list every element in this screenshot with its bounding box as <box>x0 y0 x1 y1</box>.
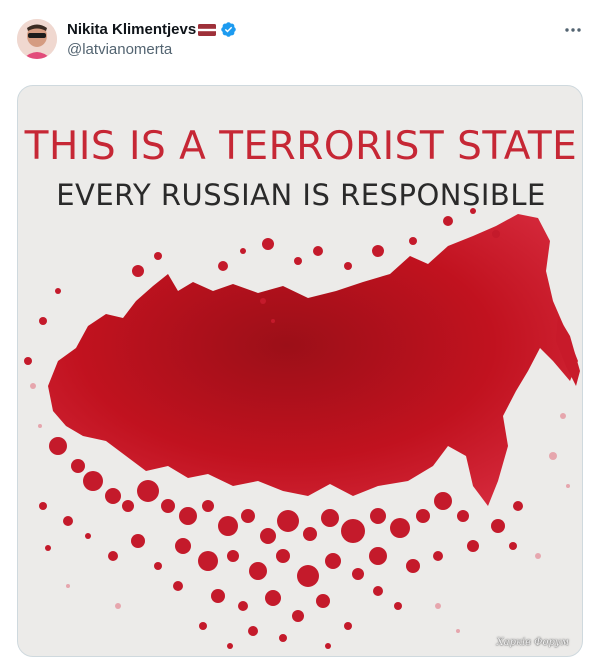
display-name[interactable]: Nikita Klimentjevs <box>67 21 196 38</box>
tweet: Nikita Klimentjevs @latvianomerta THIS I… <box>0 0 599 669</box>
user-handle[interactable]: @latvianomerta <box>67 41 237 58</box>
latvia-flag-icon <box>198 23 217 36</box>
avatar[interactable] <box>17 19 57 59</box>
more-options-icon[interactable] <box>560 20 586 40</box>
post-image[interactable]: THIS IS A TERRORIST STATE EVERY RUSSIAN … <box>17 85 583 657</box>
watermark: Харків Форум <box>496 637 569 648</box>
author-block: Nikita Klimentjevs @latvianomerta <box>67 19 237 58</box>
verified-badge-icon[interactable] <box>220 21 237 38</box>
russia-map-blood-splatter-image <box>24 208 580 649</box>
